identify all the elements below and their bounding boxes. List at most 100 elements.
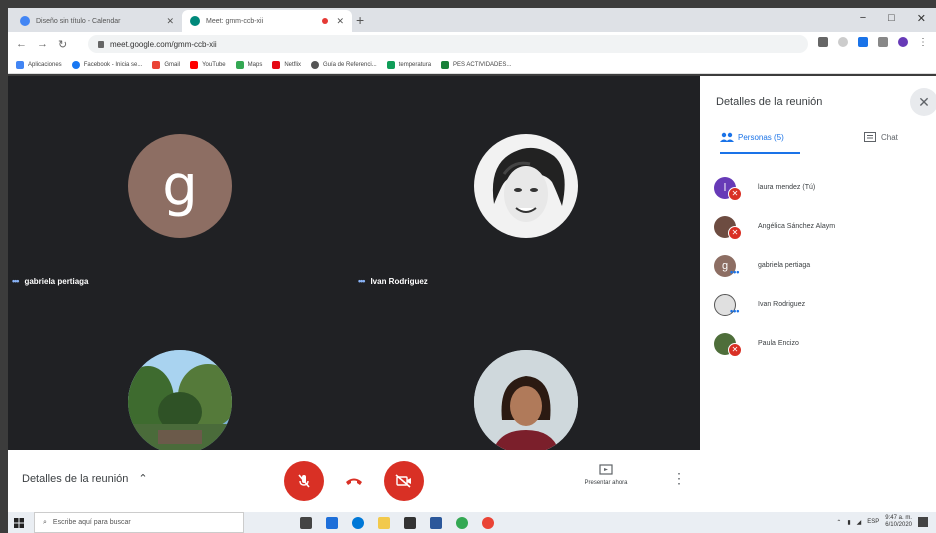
briefcase-icon[interactable] bbox=[404, 516, 416, 529]
tab-chat[interactable]: Chat bbox=[864, 132, 898, 142]
mail-icon[interactable] bbox=[430, 516, 442, 529]
bookmark-item[interactable]: Aplicaciones bbox=[16, 60, 62, 69]
bookmark-item[interactable]: PES ACTIVIDADES... bbox=[441, 60, 511, 69]
extension-icon[interactable] bbox=[878, 37, 888, 47]
participant-tile[interactable] bbox=[354, 263, 700, 450]
participant-tile[interactable]: g ••• gabriela pertiaga bbox=[8, 76, 354, 286]
profile-avatar-icon[interactable] bbox=[898, 37, 908, 47]
bookmark-item[interactable]: Gmail bbox=[152, 60, 180, 69]
recording-dot-icon bbox=[322, 18, 329, 24]
tab-close-icon[interactable]: ✕ bbox=[336, 16, 344, 27]
people-icon bbox=[720, 132, 734, 142]
chrome-profile-icon[interactable] bbox=[482, 516, 494, 529]
language-indicator[interactable]: ESP bbox=[867, 519, 879, 525]
mic-off-icon: ✕ bbox=[728, 342, 742, 357]
participant-name: gabriela pertiaga bbox=[758, 262, 811, 269]
chevron-up-icon: ⌃ bbox=[138, 473, 148, 485]
close-icon: ✕ bbox=[918, 93, 930, 110]
search-icon: ⌕ bbox=[43, 518, 47, 526]
meeting-controls-bar: Detalles de la reunión ⌃ Presentar ahora… bbox=[8, 450, 700, 512]
minimize-icon[interactable]: − bbox=[860, 12, 866, 25]
bookmarks-bar: Aplicaciones Facebook - Inicia se... Gma… bbox=[8, 56, 936, 74]
browser-toolbar: ← → ↻ meet.google.com/gmm-ccb-xii ⋮ bbox=[8, 32, 936, 56]
camera-toggle-button[interactable] bbox=[384, 461, 424, 501]
restore-icon[interactable]: □ bbox=[888, 12, 895, 25]
clock-time: 9:47 a. m. bbox=[885, 515, 912, 521]
new-tab-icon[interactable]: + bbox=[356, 12, 364, 28]
star-icon[interactable] bbox=[838, 37, 848, 47]
phone-hangup-icon bbox=[346, 478, 362, 485]
start-button[interactable] bbox=[8, 517, 30, 528]
browser-tab-calendar[interactable]: Diseño sin título - Calendar ✕ bbox=[12, 10, 182, 32]
present-screen-icon bbox=[599, 464, 613, 475]
chrome-icon[interactable] bbox=[456, 516, 468, 529]
file-explorer-icon[interactable] bbox=[378, 516, 390, 529]
tab-close-icon[interactable]: ✕ bbox=[166, 16, 174, 27]
forward-icon[interactable]: → bbox=[37, 38, 48, 50]
excel-icon bbox=[441, 60, 450, 69]
browser-menu-icon[interactable]: ⋮ bbox=[918, 37, 928, 48]
panel-close-button[interactable]: ✕ bbox=[910, 88, 936, 116]
network-icon[interactable]: ▮ bbox=[847, 519, 850, 526]
mic-off-icon: ✕ bbox=[728, 225, 742, 240]
panel-title: Detalles de la reunión bbox=[716, 96, 823, 108]
participant-list: l ✕ laura mendez (Tú) ✕ Angélica Sánchez… bbox=[714, 168, 924, 363]
meeting-details-button[interactable]: Detalles de la reunión ⌃ bbox=[22, 472, 148, 486]
bookmark-item[interactable]: Maps bbox=[235, 60, 262, 69]
address-bar[interactable]: meet.google.com/gmm-ccb-xii bbox=[88, 35, 808, 53]
participant-tile[interactable]: ••• Ivan Rodriguez bbox=[354, 76, 700, 286]
youtube-icon bbox=[190, 60, 199, 69]
windows-taskbar: ⌕ Escribe aquí para buscar ⌃ ▮ ◢ ESP 9:4… bbox=[8, 512, 936, 533]
bookmark-item[interactable]: Facebook - Inicia se... bbox=[71, 60, 142, 69]
edge-icon[interactable] bbox=[352, 516, 364, 529]
task-view-icon[interactable] bbox=[300, 516, 312, 529]
bookmark-label: temperatura bbox=[398, 61, 432, 68]
tab-people[interactable]: Personas (5) bbox=[720, 132, 800, 154]
tab-title: Meet: gmm-ccb-xii bbox=[206, 17, 264, 25]
chevron-up-icon[interactable]: ⌃ bbox=[836, 519, 841, 526]
search-placeholder: Escribe aquí para buscar bbox=[52, 519, 131, 526]
participant-row[interactable]: ✕ Angélica Sánchez Alaym bbox=[714, 207, 924, 246]
video-grid: g ••• gabriela pertiaga ••• Ivan Rodrigu… bbox=[8, 76, 700, 450]
facebook-icon bbox=[71, 60, 80, 69]
present-now-button[interactable]: Presentar ahora bbox=[568, 464, 644, 486]
bookmark-label: Netflix bbox=[284, 61, 301, 68]
close-window-icon[interactable]: ✕ bbox=[917, 12, 926, 25]
participant-row[interactable]: g ••• gabriela pertiaga bbox=[714, 246, 924, 285]
extension-icon[interactable] bbox=[858, 37, 868, 47]
portrait-drawing-icon bbox=[492, 147, 565, 222]
speaking-indicator-icon: ••• bbox=[730, 305, 740, 316]
participant-tile[interactable] bbox=[8, 263, 354, 450]
mic-toggle-button[interactable] bbox=[284, 461, 324, 501]
reload-icon[interactable]: ↻ bbox=[58, 38, 67, 51]
participant-name: Paula Encizo bbox=[758, 340, 799, 347]
bookmark-item[interactable]: temperatura bbox=[386, 60, 432, 69]
hang-up-button[interactable] bbox=[334, 461, 374, 501]
participant-row[interactable]: ✕ Paula Encizo bbox=[714, 324, 924, 363]
camera-indicator-icon[interactable] bbox=[818, 37, 828, 47]
participant-row[interactable]: l ✕ laura mendez (Tú) bbox=[714, 168, 924, 207]
bookmark-item[interactable]: YouTube bbox=[190, 60, 226, 69]
notifications-icon[interactable] bbox=[918, 517, 928, 527]
taskbar-search-box[interactable]: ⌕ Escribe aquí para buscar bbox=[34, 512, 244, 533]
apps-icon bbox=[16, 60, 24, 69]
person-photo-icon bbox=[474, 350, 578, 450]
more-vert-icon: ⋮ bbox=[672, 470, 686, 486]
avatar: l ✕ bbox=[714, 176, 742, 201]
browser-tab-meet[interactable]: Meet: gmm-ccb-xii ✕ bbox=[182, 10, 352, 32]
screenshot-frame: Diseño sin título - Calendar ✕ Meet: gmm… bbox=[0, 0, 936, 533]
bookmark-item[interactable]: Netflix bbox=[272, 60, 301, 69]
more-options-button[interactable]: ⋮ bbox=[672, 470, 686, 487]
volume-icon[interactable]: ◢ bbox=[857, 519, 862, 526]
lock-icon bbox=[98, 40, 104, 48]
clock[interactable]: 9:47 a. m. 6/10/2020 bbox=[885, 515, 912, 529]
bookmark-label: Aplicaciones bbox=[28, 61, 62, 68]
bookmark-item[interactable]: Guía de Referenci... bbox=[310, 60, 377, 69]
gmail-icon bbox=[152, 60, 161, 69]
store-icon[interactable] bbox=[326, 516, 338, 529]
participant-row[interactable]: ••• Ivan Rodriguez bbox=[714, 285, 924, 324]
url-text: meet.google.com/gmm-ccb-xii bbox=[110, 39, 217, 49]
avatar: ••• bbox=[714, 293, 740, 316]
back-icon[interactable]: ← bbox=[16, 38, 27, 50]
globe-icon bbox=[310, 60, 319, 69]
